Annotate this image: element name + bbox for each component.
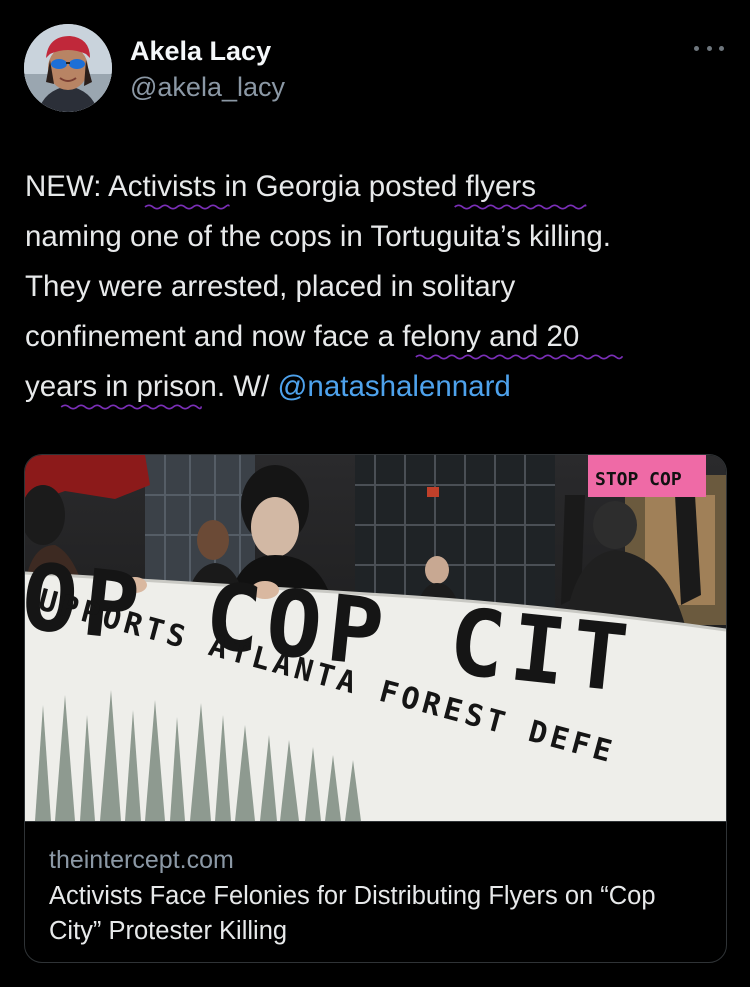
tweet: Akela Lacy @akela_lacy NEW: Activists in… [0, 0, 750, 987]
squiggle-underline-felony [415, 354, 624, 360]
card-domain: theintercept.com [49, 846, 234, 874]
tweet-text-segment: in Georgia [216, 170, 369, 203]
author-handle[interactable]: @akela_lacy [130, 71, 285, 103]
highlighted-text: Activists [108, 170, 217, 203]
squiggle-underline-posted-flyers [454, 204, 587, 210]
tweet-text-segment: . W/ [216, 370, 278, 403]
profile-photo-icon [24, 24, 112, 112]
link-preview-card[interactable]: STOP COP OP COP CIT UPPORTS ATLANTA FORE… [24, 454, 727, 963]
tweet-text: NEW: Activists in Georgia posted flyers … [25, 162, 725, 412]
tweet-line-2: naming one of the cops in Tortuguita’s k… [25, 220, 611, 253]
protest-photo-icon: STOP COP OP COP CIT UPPORTS ATLANTA FORE… [25, 455, 726, 821]
squiggle-underline-prison [60, 404, 202, 410]
tweet-text-segment: NEW: [25, 170, 109, 203]
tweet-line-3: They were arrested, placed in solitary [25, 270, 516, 303]
protest-banner-photo[interactable]: STOP COP OP COP CIT UPPORTS ATLANTA FORE… [25, 455, 726, 821]
tweet-text-segment: confinement and now [25, 320, 314, 353]
author-name[interactable]: Akela Lacy [130, 35, 271, 67]
highlighted-text: years in prison [25, 370, 217, 403]
card-meta: theintercept.com Activists Face Felonies… [25, 821, 726, 962]
mention-link[interactable]: @natashalennard [277, 370, 510, 403]
sign-text: STOP COP [595, 469, 682, 490]
author-avatar[interactable] [24, 24, 112, 112]
squiggle-underline-activists [144, 204, 230, 210]
card-title[interactable]: Activists Face Felonies for Distributing… [49, 879, 699, 949]
ellipsis-horizontal-icon[interactable] [694, 38, 724, 58]
highlighted-text: posted flyers [368, 170, 536, 203]
highlighted-text: face a felony and 20 [313, 320, 580, 353]
